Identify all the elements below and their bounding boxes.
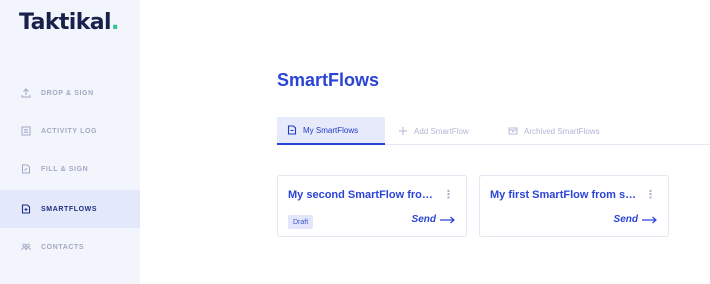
card-title[interactable]: My first SmartFlow from s… (490, 189, 636, 201)
taktikal-logo[interactable]: Taktikal. (19, 10, 119, 35)
tab-label: Add SmartFlow (414, 126, 469, 136)
contacts-icon (20, 241, 32, 253)
sidebar-item-label: ACTIVITY LOG (41, 127, 98, 135)
sidebar-item-label: FILL & SIGN (41, 165, 89, 173)
sidebar-item-drop-and-sign[interactable]: DROP & SIGN (0, 74, 140, 112)
sidebar-item-label: DROP & SIGN (41, 89, 94, 97)
tab-add-smartflow[interactable]: Add SmartFlow (398, 117, 469, 145)
smartflow-card[interactable]: My second SmartFlow fro… ⋮ Draft Send (277, 175, 467, 237)
smartflow-icon (287, 125, 297, 135)
send-label: Send (411, 214, 436, 225)
plus-icon (398, 126, 408, 136)
send-label: Send (613, 214, 638, 225)
sidebar-item-label: SMARTFLOWS (41, 205, 98, 213)
tab-archived-smartflows[interactable]: Archived SmartFlows (508, 117, 600, 145)
sidebar-item-contacts[interactable]: CONTACTS (0, 228, 140, 266)
archive-icon (508, 126, 518, 136)
status-badge: Draft (288, 215, 314, 229)
smartflow-card[interactable]: My first SmartFlow from s… ⋮ Send (479, 175, 669, 237)
tab-my-smartflows[interactable]: My SmartFlows (277, 117, 385, 145)
arrow-right-icon (642, 216, 657, 223)
page-title: SmartFlows (277, 70, 380, 90)
send-button[interactable]: Send (614, 214, 658, 225)
sidebar-item-label: CONTACTS (41, 243, 85, 251)
arrow-right-icon (440, 216, 455, 223)
sidebar-item-activity-log[interactable]: ACTIVITY LOG (0, 112, 140, 150)
smartflow-icon (20, 203, 32, 215)
sidebar: Taktikal. DROP & SIGN ACTIVITY LOG FILL … (0, 0, 140, 284)
more-vertical-icon[interactable]: ⋮ (443, 190, 454, 201)
form-icon (20, 163, 32, 175)
tab-bar: My SmartFlows Add SmartFlow Archived Sma… (277, 117, 710, 145)
tab-label: Archived SmartFlows (524, 126, 600, 136)
upload-icon (20, 87, 32, 99)
sidebar-item-fill-and-sign[interactable]: FILL & SIGN (0, 150, 140, 188)
list-icon (20, 125, 32, 137)
card-title[interactable]: My second SmartFlow fro… (288, 189, 433, 201)
sidebar-item-smartflows[interactable]: SMARTFLOWS (0, 190, 140, 228)
tab-label: My SmartFlows (303, 125, 359, 135)
send-button[interactable]: Send (412, 214, 456, 225)
more-vertical-icon[interactable]: ⋮ (645, 190, 656, 201)
